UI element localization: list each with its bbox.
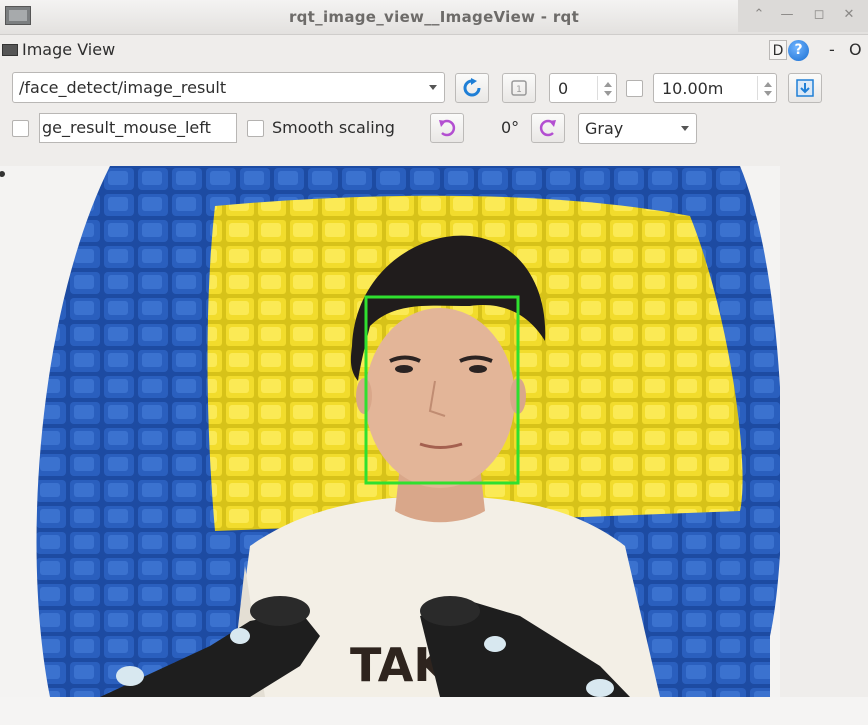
chevron-down-icon <box>681 126 689 131</box>
spin-up-icon[interactable] <box>764 82 772 87</box>
dock-d-button[interactable]: D <box>769 40 787 60</box>
rotate-right-icon <box>539 119 556 137</box>
shade-up-icon[interactable]: ⌃ <box>750 7 768 23</box>
spin-up-icon[interactable] <box>604 82 612 87</box>
save-image-button[interactable] <box>788 73 822 103</box>
zoom-value: 0 <box>558 79 569 98</box>
window-controls: ⌃ — ◻ ✕ <box>738 0 868 32</box>
help-icon[interactable]: ? <box>788 40 809 61</box>
rotate-left-button[interactable] <box>430 113 464 143</box>
color-mode-combobox[interactable]: Gray <box>578 113 697 144</box>
camera-image: TAK <box>0 166 780 697</box>
time-value: 10.00m <box>662 79 724 98</box>
status-area <box>0 697 868 725</box>
zoom-1-button[interactable]: 1 <box>502 73 536 103</box>
rotation-label: 0° <box>501 118 520 137</box>
image-display[interactable]: TAK <box>0 166 780 697</box>
chevron-down-icon <box>429 85 437 90</box>
dock-close-button[interactable]: O <box>849 40 862 59</box>
svg-text:1: 1 <box>516 85 522 95</box>
topic-value: /face_detect/image_result <box>19 78 227 97</box>
time-spinbox[interactable]: 10.00m <box>653 73 777 103</box>
mouse-publish-checkbox[interactable] <box>12 120 29 137</box>
maximize-icon[interactable]: ◻ <box>810 7 828 23</box>
publish-checkbox[interactable] <box>626 80 643 97</box>
refresh-topics-button[interactable] <box>455 73 489 103</box>
zoom-spinbox[interactable]: 0 <box>549 73 617 103</box>
dock-title: Image View <box>22 40 116 59</box>
save-icon <box>796 79 814 97</box>
refresh-icon <box>463 78 481 97</box>
title-bar: rqt_image_view__ImageView - rqt ⌃ — ◻ ✕ <box>0 0 868 35</box>
image-view-icon <box>2 44 18 56</box>
topic-combobox[interactable]: /face_detect/image_result <box>12 72 445 103</box>
close-icon[interactable]: ✕ <box>840 7 858 23</box>
mouse-topic-value: ge_result_mouse_left <box>42 118 211 137</box>
smooth-scaling-label: Smooth scaling <box>272 118 395 137</box>
rotate-left-icon <box>439 119 456 137</box>
dock-minimize-button[interactable]: - <box>829 40 835 59</box>
minimize-icon[interactable]: — <box>778 7 796 23</box>
spin-down-icon[interactable] <box>764 91 772 96</box>
smooth-scaling-checkbox[interactable] <box>247 120 264 137</box>
color-mode-value: Gray <box>585 119 624 138</box>
spin-down-icon[interactable] <box>604 91 612 96</box>
rotate-right-button[interactable] <box>531 113 565 143</box>
zoom-original-icon: 1 <box>511 80 527 96</box>
mouse-topic-field[interactable]: ge_result_mouse_left <box>39 113 237 143</box>
